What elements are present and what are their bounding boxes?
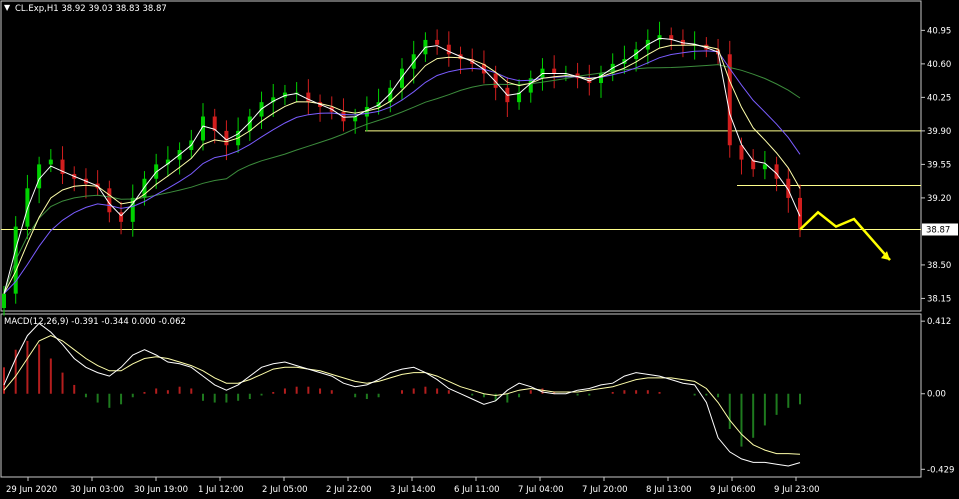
candle-body (762, 164, 767, 170)
horizontal-levels (1, 130, 921, 230)
candle-body (306, 92, 311, 103)
price-tick-label: 39.20 (927, 194, 951, 204)
time-axis: 29 Jun 2020 30 Jun 03:00 30 Jun 19:00 1 Jul… (6, 477, 820, 495)
time-tick-label: 29 Jun 2020 (6, 485, 57, 495)
candle-body (48, 159, 53, 165)
candle-body (107, 188, 112, 213)
symbol-header: CL.Exp,H1 38.92 39.03 38.83 38.87 (15, 4, 167, 14)
candle-body (435, 39, 440, 45)
price-tick-label: 40.60 (927, 60, 951, 70)
ma-fast (3, 37, 801, 294)
price-tick-label: 40.95 (927, 26, 951, 36)
forecast-path (799, 210, 891, 261)
macd-axis: 0.412 0.00 -0.429 (921, 317, 954, 475)
macd-tick-label: -0.429 (927, 465, 954, 475)
price-tick-label: 39.90 (927, 127, 951, 137)
price-tick-label: 38.15 (927, 294, 951, 304)
macd-panel-frame (0, 313, 922, 478)
macd-tick-label: 0.00 (927, 390, 946, 400)
chart-canvas: ▼ CL.Exp,H1 38.92 39.03 38.83 38.87 MACD… (0, 0, 958, 495)
candle-body (2, 293, 6, 308)
time-tick-label: 3 Jul 14:00 (390, 485, 436, 495)
candle-body (739, 145, 744, 160)
time-tick-label: 2 Jul 05:00 (262, 485, 308, 495)
time-tick-label: 6 Jul 11:00 (454, 485, 500, 495)
macd-header: MACD(12,26,9) -0.391 -0.344 0.000 -0.062 (4, 317, 186, 327)
window-menu-icon[interactable]: ▼ (4, 3, 11, 12)
time-tick-label: 8 Jul 13:00 (646, 485, 692, 495)
price-tick-label: 39.55 (927, 160, 951, 170)
candle-body (37, 164, 42, 189)
price-tick-label: 38.50 (927, 261, 951, 271)
candle-body (774, 164, 779, 179)
candle-body (446, 44, 451, 55)
price-axis: 40.95 40.60 40.25 39.90 39.55 39.20 38.87 38.50… (921, 26, 958, 304)
moving-averages (3, 37, 801, 294)
macd-main-line (3, 322, 801, 467)
time-tick-label: 7 Jul 04:00 (518, 485, 564, 495)
candles (2, 21, 802, 316)
current-price-label: 38.87 (926, 225, 950, 235)
macd-tick-label: 0.412 (927, 317, 951, 327)
time-tick-label: 30 Jun 03:00 (70, 485, 124, 495)
time-tick-label: 1 Jul 12:00 (198, 485, 244, 495)
time-tick-label: 2 Jul 22:00 (326, 485, 372, 495)
time-tick-label: 7 Jul 20:00 (582, 485, 628, 495)
time-tick-label: 9 Jul 06:00 (710, 485, 756, 495)
candle-body (552, 68, 557, 74)
macd-indicator (3, 322, 801, 467)
time-tick-label: 9 Jul 23:00 (774, 485, 820, 495)
price-tick-label: 40.25 (927, 93, 951, 103)
time-tick-label: 30 Jun 19:00 (134, 485, 188, 495)
macd-signal-line (3, 335, 801, 455)
forecast-arrow (799, 210, 891, 261)
